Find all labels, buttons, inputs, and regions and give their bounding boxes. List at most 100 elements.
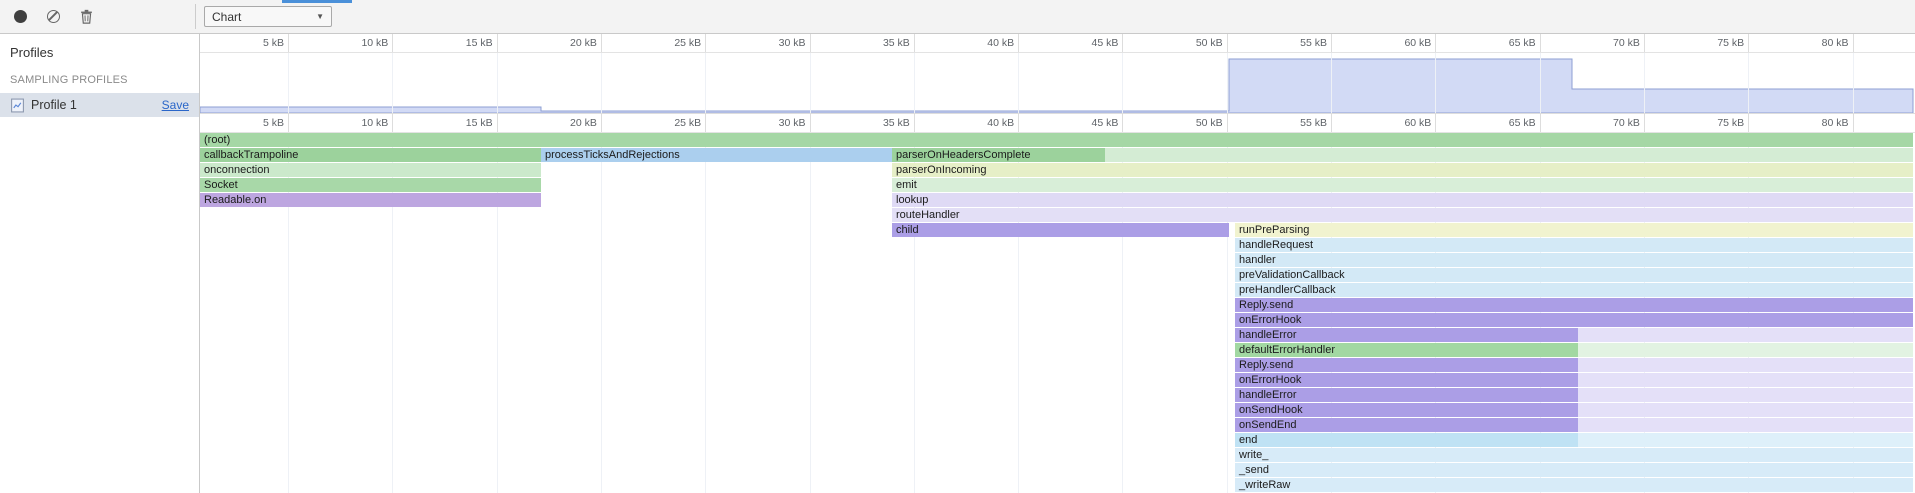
flame-bar[interactable]: Reply.send <box>1235 298 1913 312</box>
ruler-tick <box>601 114 602 132</box>
ruler-tick <box>705 114 706 132</box>
flame-bar[interactable]: onErrorHook <box>1235 373 1578 387</box>
view-mode-select[interactable]: Chart ▼ <box>204 6 332 27</box>
flame-bar[interactable]: parserOnHeadersComplete <box>892 148 1105 162</box>
flame-bar[interactable]: _writeRaw <box>1235 478 1913 492</box>
flame-bar[interactable] <box>1578 373 1913 387</box>
size-ruler-top: 5 kB10 kB15 kB20 kB25 kB30 kB35 kB40 kB4… <box>200 34 1915 53</box>
flame-bar[interactable] <box>1578 418 1913 432</box>
save-link[interactable]: Save <box>162 98 189 112</box>
ruler-tick <box>1227 114 1228 132</box>
ruler-tick-label: 50 kB <box>1167 117 1223 129</box>
flame-bar-label: lookup <box>892 194 928 206</box>
flame-row: handler <box>200 253 1915 268</box>
flame-bar[interactable] <box>1578 343 1913 357</box>
ruler-tick <box>497 114 498 132</box>
flame-bar[interactable]: onSendHook <box>1235 403 1578 417</box>
flame-bar[interactable]: handleError <box>1235 388 1578 402</box>
profile-name: Profile 1 <box>31 98 77 112</box>
ruler-tick <box>1331 114 1332 132</box>
flame-bar[interactable] <box>1578 358 1913 372</box>
flame-bar[interactable] <box>1578 388 1913 402</box>
flame-bar[interactable]: parserOnIncoming <box>892 163 1913 177</box>
clear-button[interactable] <box>40 4 66 30</box>
sidebar-item-profile-1[interactable]: Profile 1 Save <box>0 93 199 117</box>
flame-row: onSendEnd <box>200 418 1915 433</box>
ruler-tick-label: 75 kB <box>1688 37 1744 49</box>
ruler-tick-label: 65 kB <box>1480 37 1536 49</box>
flame-bar[interactable]: Socket <box>200 178 541 192</box>
flame-bar[interactable]: onSendEnd <box>1235 418 1578 432</box>
clear-icon <box>47 10 60 23</box>
ruler-tick <box>914 34 915 52</box>
ruler-tick-label: 20 kB <box>541 37 597 49</box>
ruler-tick-label: 75 kB <box>1688 117 1744 129</box>
ruler-tick <box>1853 34 1854 52</box>
flame-bar[interactable]: handleError <box>1235 328 1578 342</box>
flame-bar[interactable]: callbackTrampoline <box>200 148 541 162</box>
flame-bar[interactable]: preHandlerCallback <box>1235 283 1913 297</box>
ruler-tick-label: 5 kB <box>228 117 284 129</box>
gridline <box>392 53 393 113</box>
flame-bar-label: callbackTrampoline <box>200 149 298 161</box>
gridline <box>1435 53 1436 113</box>
trash-icon <box>79 9 94 24</box>
flame-bar[interactable]: _send <box>1235 463 1913 477</box>
flame-bar[interactable]: emit <box>892 178 1913 192</box>
flame-bar[interactable]: preValidationCallback <box>1235 268 1913 282</box>
flame-bar-label: Reply.send <box>1235 359 1293 371</box>
toolbar: Chart ▼ <box>0 0 1915 34</box>
flame-bar[interactable]: onErrorHook <box>1235 313 1913 327</box>
flame-row: preValidationCallback <box>200 268 1915 283</box>
flame-bar[interactable]: write_ <box>1235 448 1913 462</box>
flame-bar[interactable]: (root) <box>200 133 1913 147</box>
flame-bar[interactable]: handleRequest <box>1235 238 1913 252</box>
flame-bar[interactable]: Readable.on <box>200 193 541 207</box>
ruler-tick <box>914 114 915 132</box>
flame-bar[interactable]: lookup <box>892 193 1913 207</box>
flame-bar-label: onconnection <box>200 164 269 176</box>
flame-row: onErrorHook <box>200 313 1915 328</box>
overview-polygon <box>200 59 1913 113</box>
flame-bar[interactable]: Reply.send <box>1235 358 1578 372</box>
flame-chart-pane: 5 kB10 kB15 kB20 kB25 kB30 kB35 kB40 kB4… <box>200 34 1915 493</box>
ruler-tick-label: 40 kB <box>958 37 1014 49</box>
flame-row: (root) <box>200 133 1915 148</box>
tab-indicator <box>282 0 352 3</box>
ruler-tick-label: 5 kB <box>228 37 284 49</box>
flame-bar[interactable]: end <box>1235 433 1578 447</box>
flame-bar[interactable] <box>1578 328 1913 342</box>
chevron-down-icon: ▼ <box>316 12 324 21</box>
flame-row: Reply.send <box>200 298 1915 313</box>
flame-bar-label: onSendEnd <box>1235 419 1297 431</box>
flame-bar[interactable]: onconnection <box>200 163 541 177</box>
gridline <box>1122 53 1123 113</box>
flame-bar[interactable]: routeHandler <box>892 208 1913 222</box>
ruler-tick-label: 25 kB <box>645 117 701 129</box>
flame-bar[interactable]: defaultErrorHandler <box>1235 343 1578 357</box>
flame-row: callbackTrampoline processTicksAndRejecti… <box>200 148 1915 163</box>
flame-bar[interactable]: handler <box>1235 253 1913 267</box>
gridline <box>1853 53 1854 113</box>
record-button[interactable] <box>7 4 33 30</box>
flame-bar[interactable] <box>1578 403 1913 417</box>
flame-row: defaultErrorHandler <box>200 343 1915 358</box>
flame-bar[interactable] <box>1578 433 1913 447</box>
flame-bar-label: preHandlerCallback <box>1235 284 1336 296</box>
flame-bar[interactable]: child <box>892 223 1229 237</box>
ruler-tick-label: 35 kB <box>854 117 910 129</box>
ruler-tick <box>392 114 393 132</box>
flame-row: preHandlerCallback <box>200 283 1915 298</box>
flame-row: Reply.send <box>200 358 1915 373</box>
gridline <box>1748 53 1749 113</box>
ruler-tick <box>1435 34 1436 52</box>
gridline <box>601 53 602 113</box>
delete-button[interactable] <box>73 4 99 30</box>
flame-bar-label: onSendHook <box>1235 404 1303 416</box>
flame-bar[interactable] <box>1105 148 1913 162</box>
ruler-tick <box>1018 34 1019 52</box>
flame-row: onErrorHook <box>200 373 1915 388</box>
allocation-overview[interactable] <box>200 53 1915 114</box>
flame-bar[interactable]: processTicksAndRejections <box>541 148 892 162</box>
flame-bar[interactable]: runPreParsing <box>1235 223 1913 237</box>
